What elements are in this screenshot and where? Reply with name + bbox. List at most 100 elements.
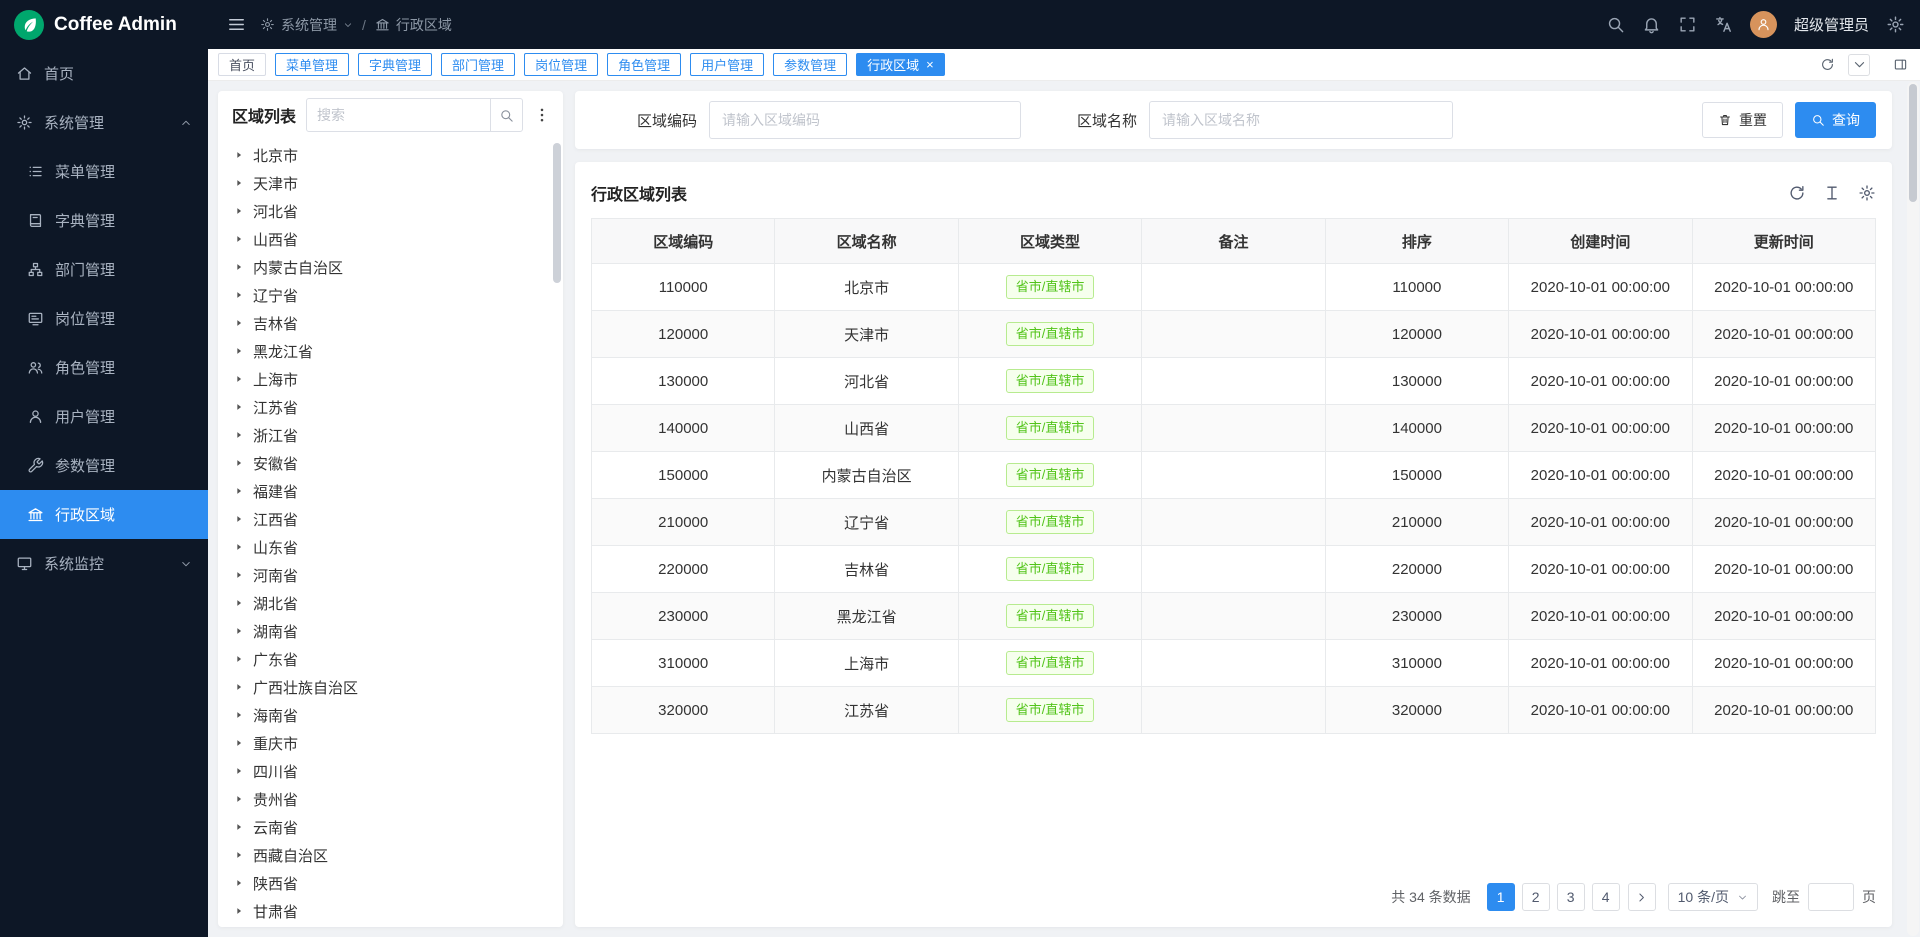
tree-item-5[interactable]: 辽宁省 (218, 281, 563, 309)
sidebar-item-1[interactable]: 系统管理 (0, 98, 208, 147)
tree-item-24[interactable]: 云南省 (218, 813, 563, 841)
tab-3[interactable]: 部门管理 (441, 53, 515, 76)
reset-button[interactable]: 重置 (1702, 102, 1783, 138)
table-row-5[interactable]: 210000辽宁省省市/直辖市2100002020-10-01 00:00:00… (592, 499, 1876, 546)
tree-item-15[interactable]: 河南省 (218, 561, 563, 589)
tree-item-4[interactable]: 内蒙古自治区 (218, 253, 563, 281)
tree-item-6[interactable]: 吉林省 (218, 309, 563, 337)
table-row-3[interactable]: 140000山西省省市/直辖市1400002020-10-01 00:00:00… (592, 405, 1876, 452)
page-button-1[interactable]: 1 (1487, 883, 1515, 911)
page-size-select[interactable]: 10 条/页 (1668, 883, 1758, 911)
page-button-2[interactable]: 2 (1522, 883, 1550, 911)
tab-8[interactable]: 行政区域× (856, 53, 945, 76)
tab-4[interactable]: 岗位管理 (524, 53, 598, 76)
sidebar-collapse-icon[interactable] (227, 15, 246, 34)
table-row-8[interactable]: 310000上海市省市/直辖市3100002020-10-01 00:00:00… (592, 640, 1876, 687)
scrollbar-thumb[interactable] (1909, 84, 1917, 202)
row-height-icon[interactable] (1823, 184, 1841, 202)
jump-page-input[interactable] (1808, 883, 1854, 911)
tree-item-7[interactable]: 黑龙江省 (218, 337, 563, 365)
global-search-icon[interactable] (1606, 15, 1625, 34)
sidebar-subitem-1-6[interactable]: 参数管理 (0, 441, 208, 490)
cell-update-time: 2020-10-01 00:00:00 (1692, 499, 1875, 546)
table-row-1[interactable]: 120000天津市省市/直辖市1200002020-10-01 00:00:00… (592, 311, 1876, 358)
tree-item-16[interactable]: 湖北省 (218, 589, 563, 617)
tree-item-27[interactable]: 甘肃省 (218, 897, 563, 925)
page-button-4[interactable]: 4 (1592, 883, 1620, 911)
region-code-input[interactable] (709, 101, 1021, 139)
refresh-table-icon[interactable] (1788, 184, 1806, 202)
breadcrumb-region[interactable]: 行政区域 (375, 15, 452, 35)
tab-2[interactable]: 字典管理 (358, 53, 432, 76)
query-button[interactable]: 查询 (1795, 102, 1876, 138)
translate-icon[interactable] (1714, 15, 1733, 34)
table-row-0[interactable]: 110000北京市省市/直辖市1100002020-10-01 00:00:00… (592, 264, 1876, 311)
cell-name: 天津市 (775, 311, 958, 358)
tree-item-18[interactable]: 广东省 (218, 645, 563, 673)
more-options-icon[interactable] (533, 106, 551, 124)
tree-item-2[interactable]: 河北省 (218, 197, 563, 225)
table-row-6[interactable]: 220000吉林省省市/直辖市2200002020-10-01 00:00:00… (592, 546, 1876, 593)
layout-panel-icon[interactable] (1889, 54, 1911, 76)
scrollbar-thumb[interactable] (553, 143, 561, 283)
tree-item-11[interactable]: 安徽省 (218, 449, 563, 477)
sidebar-item-0[interactable]: 首页 (0, 49, 208, 98)
tab-7[interactable]: 参数管理 (773, 53, 847, 76)
tree-item-19[interactable]: 广西壮族自治区 (218, 673, 563, 701)
tree-item-10[interactable]: 浙江省 (218, 421, 563, 449)
table-row-2[interactable]: 130000河北省省市/直辖市1300002020-10-01 00:00:00… (592, 358, 1876, 405)
sidebar-subitem-1-2[interactable]: 部门管理 (0, 245, 208, 294)
tabs-menu-chevron-icon[interactable] (1848, 54, 1870, 76)
tree-item-25[interactable]: 西藏自治区 (218, 841, 563, 869)
tree-item-17[interactable]: 湖南省 (218, 617, 563, 645)
app-logo[interactable]: Coffee Admin (0, 0, 208, 49)
tree-item-21[interactable]: 重庆市 (218, 729, 563, 757)
username[interactable]: 超级管理员 (1794, 14, 1869, 35)
tree-item-8[interactable]: 上海市 (218, 365, 563, 393)
tree-item-3[interactable]: 山西省 (218, 225, 563, 253)
sidebar-subitem-1-3[interactable]: 岗位管理 (0, 294, 208, 343)
tab-0[interactable]: 首页 (218, 53, 266, 76)
tab-1[interactable]: 菜单管理 (275, 53, 349, 76)
tree-item-1[interactable]: 天津市 (218, 169, 563, 197)
user-avatar[interactable] (1750, 11, 1777, 38)
sidebar-subitem-1-1[interactable]: 字典管理 (0, 196, 208, 245)
sidebar-subitem-1-0[interactable]: 菜单管理 (0, 147, 208, 196)
tree-item-20[interactable]: 海南省 (218, 701, 563, 729)
refresh-tab-icon[interactable] (1816, 54, 1838, 76)
tab-6[interactable]: 用户管理 (690, 53, 764, 76)
tab-close-icon[interactable]: × (926, 58, 934, 71)
breadcrumb-system-management[interactable]: 系统管理 (260, 15, 353, 35)
fullscreen-icon[interactable] (1678, 15, 1697, 34)
tree-item-13[interactable]: 江西省 (218, 505, 563, 533)
region-search-button[interactable] (490, 99, 522, 131)
sidebar-subitem-1-4[interactable]: 角色管理 (0, 343, 208, 392)
caret-right-icon (234, 318, 244, 328)
sidebar-subitem-1-5[interactable]: 用户管理 (0, 392, 208, 441)
region-panel-scrollbar[interactable] (553, 143, 561, 923)
tree-item-12[interactable]: 福建省 (218, 477, 563, 505)
dictionary-icon (27, 212, 44, 229)
next-page-button[interactable] (1628, 883, 1656, 911)
table-row-4[interactable]: 150000内蒙古自治区省市/直辖市1500002020-10-01 00:00… (592, 452, 1876, 499)
region-search-input[interactable] (307, 107, 490, 123)
tree-item-0[interactable]: 北京市 (218, 141, 563, 169)
tree-item-label: 陕西省 (253, 873, 298, 894)
tree-item-26[interactable]: 陕西省 (218, 869, 563, 897)
column-settings-icon[interactable] (1858, 184, 1876, 202)
tree-item-14[interactable]: 山东省 (218, 533, 563, 561)
page-button-3[interactable]: 3 (1557, 883, 1585, 911)
sidebar-item-2[interactable]: 系统监控 (0, 539, 208, 588)
tree-item-23[interactable]: 贵州省 (218, 785, 563, 813)
tree-item-9[interactable]: 江苏省 (218, 393, 563, 421)
table-row-7[interactable]: 230000黑龙江省省市/直辖市2300002020-10-01 00:00:0… (592, 593, 1876, 640)
tree-item-22[interactable]: 四川省 (218, 757, 563, 785)
tab-5[interactable]: 角色管理 (607, 53, 681, 76)
notifications-bell-icon[interactable] (1642, 15, 1661, 34)
table-row-9[interactable]: 320000江苏省省市/直辖市3200002020-10-01 00:00:00… (592, 687, 1876, 734)
sidebar-subitem-1-7[interactable]: 行政区域 (0, 490, 208, 539)
tree-item-28[interactable]: 青海省 (218, 925, 563, 927)
settings-gear-icon[interactable] (1886, 15, 1905, 34)
window-scrollbar[interactable] (1907, 82, 1919, 936)
region-name-input[interactable] (1149, 101, 1453, 139)
